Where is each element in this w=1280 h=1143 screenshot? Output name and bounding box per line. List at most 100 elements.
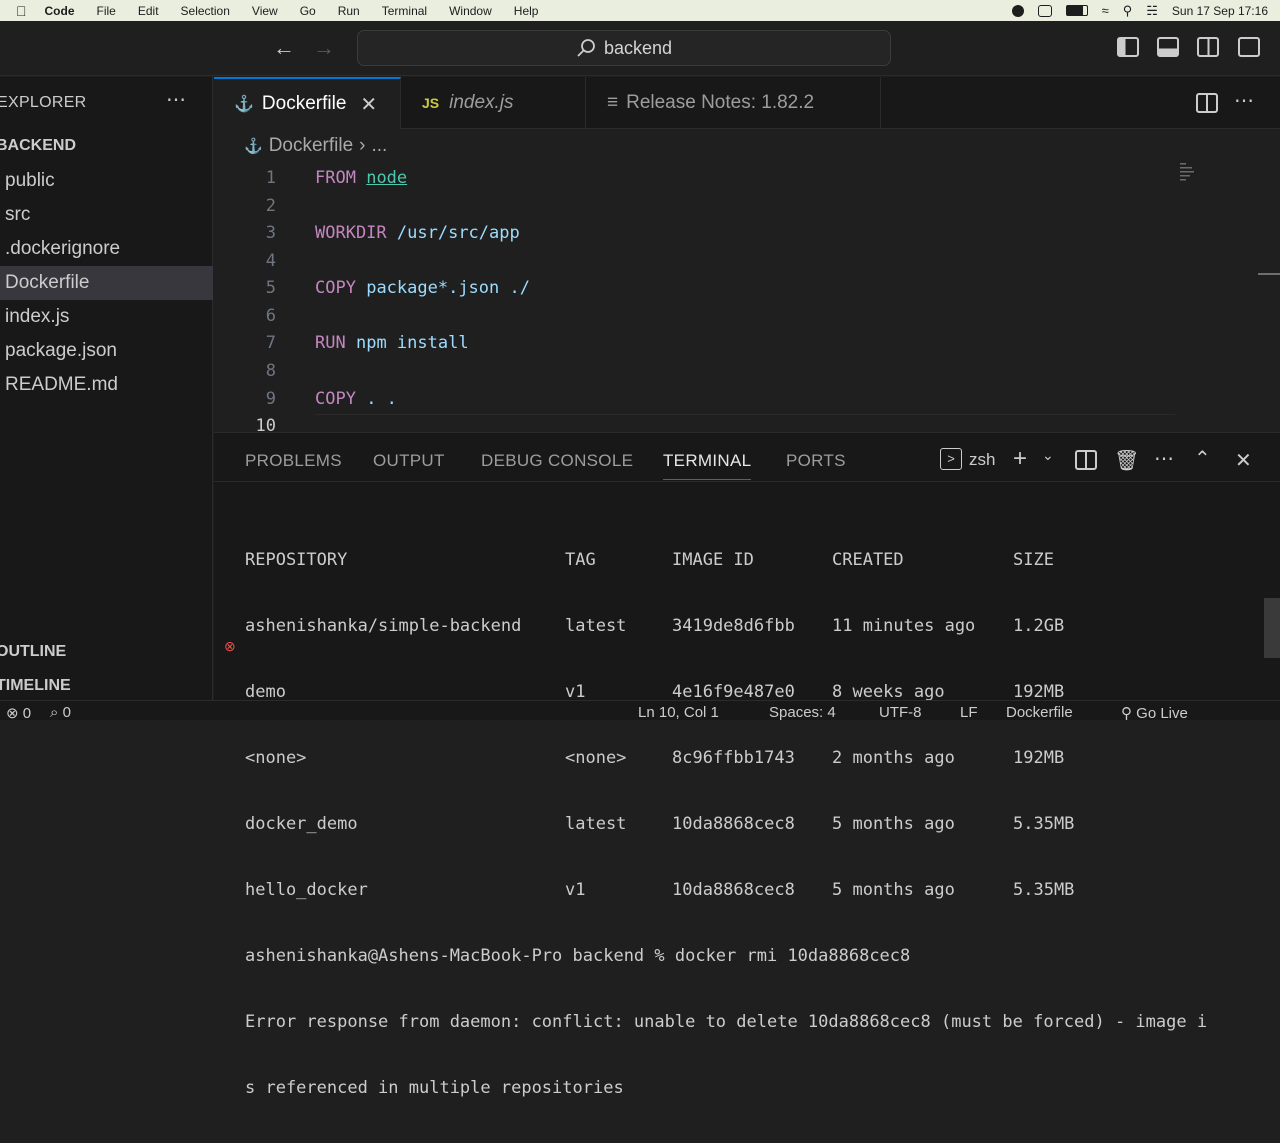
end-of-line[interactable]: LF — [960, 704, 978, 721]
apple-menu-icon[interactable]:  — [16, 3, 27, 19]
language-mode[interactable]: Dockerfile — [1006, 704, 1073, 721]
menubar-status-area: ≈ ⚲ ☵ Sun 17 Sep 17:16 — [1011, 0, 1268, 21]
menu-help[interactable]: Help — [514, 4, 539, 18]
forward-arrow-icon[interactable]: → — [313, 35, 335, 61]
tab-dockerfile[interactable]: ⚓ Dockerfile ✕ — [214, 77, 401, 129]
screen-icon[interactable] — [1037, 4, 1052, 17]
toggle-panel-icon[interactable] — [1157, 37, 1179, 57]
tree-item-dockerfile[interactable]: Dockerfile — [0, 266, 213, 300]
argument: package*.json ./ — [366, 278, 530, 298]
toggle-primary-sidebar-icon[interactable] — [1117, 37, 1139, 57]
wifi-icon[interactable]: ≈ — [1102, 3, 1109, 18]
line-number: 5 — [265, 278, 276, 298]
cell: v1 — [565, 880, 586, 900]
command-center-label: backend — [603, 37, 673, 58]
encoding[interactable]: UTF-8 — [879, 704, 922, 721]
tab-debug-console[interactable]: DEBUG CONSOLE — [481, 451, 633, 471]
cell: 10da8868cec8 — [672, 814, 795, 834]
tab-label: Release Notes: 1.82.2 — [626, 92, 815, 113]
macos-menubar:  Code File Edit Selection View Go Run T… — [0, 0, 1280, 21]
split-editor-icon[interactable] — [1196, 93, 1218, 113]
chevron-right-icon: › — [359, 135, 366, 156]
tree-item-package-json[interactable]: package.json — [0, 334, 213, 368]
tree-item-src[interactable]: src — [0, 198, 213, 232]
cell: 5 months ago — [832, 814, 955, 834]
menu-file[interactable]: File — [97, 4, 116, 18]
menu-terminal[interactable]: Terminal — [382, 4, 427, 18]
cell: <none> — [245, 748, 307, 768]
more-actions-icon[interactable]: ⋯ — [1154, 446, 1174, 471]
split-terminal-icon[interactable] — [1075, 450, 1097, 470]
scrollbar-marker[interactable] — [1258, 273, 1280, 275]
tab-problems[interactable]: PROBLEMS — [245, 451, 342, 471]
more-actions-icon[interactable]: ⋯ — [166, 87, 186, 112]
customize-layout-icon[interactable] — [1238, 37, 1260, 57]
tab-label: index.js — [449, 92, 514, 113]
menubar-clock[interactable]: Sun 17 Sep 17:16 — [1172, 4, 1268, 18]
status-bar: ⊗ 0 ⌕ 0 Ln 10, Col 1 Spaces: 4 UTF-8 LF … — [0, 700, 1280, 722]
command-error-icon[interactable]: ⊗ — [224, 638, 236, 655]
keyword: COPY — [315, 278, 356, 298]
terminal-shell-name[interactable]: zsh — [969, 450, 995, 470]
argument: node — [366, 168, 408, 188]
col-image-id: IMAGE ID — [672, 550, 754, 570]
menu-view[interactable]: View — [252, 4, 278, 18]
go-live-label: Go Live — [1136, 705, 1188, 722]
cursor-position[interactable]: Ln 10, Col 1 — [638, 704, 719, 721]
battery-icon[interactable] — [1065, 5, 1088, 16]
tree-item-index-js[interactable]: index.js — [0, 300, 213, 334]
app-menu[interactable]: Code — [45, 4, 75, 18]
go-live-button[interactable]: ⚲ Go Live — [1121, 704, 1188, 722]
terminal-icon: > — [940, 448, 962, 470]
explorer-title: EXPLORER — [0, 94, 87, 111]
tree-item-readme[interactable]: README.md — [0, 368, 213, 402]
chevron-down-icon[interactable]: ⌄ — [1042, 447, 1054, 464]
menu-selection[interactable]: Selection — [181, 4, 230, 18]
minimap[interactable] — [1180, 163, 1200, 185]
col-repository: REPOSITORY — [245, 550, 348, 570]
tab-ports[interactable]: PORTS — [786, 451, 846, 471]
tab-terminal[interactable]: TERMINAL — [663, 451, 752, 480]
timeline-section-header[interactable]: TIMELINE — [0, 677, 71, 695]
code-line: WORKDIR /usr/src/app — [315, 223, 520, 243]
maximize-panel-icon[interactable]: ⌃ — [1194, 446, 1211, 471]
tab-index-js[interactable]: JS index.js — [402, 77, 586, 129]
indentation[interactable]: Spaces: 4 — [769, 704, 836, 721]
cell: latest — [565, 814, 627, 834]
search-icon[interactable]: ⚲ — [1123, 3, 1133, 19]
menu-run[interactable]: Run — [338, 4, 360, 18]
terminal-scrollbar[interactable] — [1264, 598, 1280, 658]
code-line: COPY . . — [315, 389, 397, 409]
record-icon[interactable] — [1011, 4, 1024, 17]
tab-output[interactable]: OUTPUT — [373, 451, 445, 471]
trash-icon[interactable]: 🗑 — [1114, 448, 1139, 473]
ports-status[interactable]: ⌕ 0 — [50, 704, 71, 721]
new-terminal-icon[interactable]: + — [1013, 445, 1027, 473]
keyword: WORKDIR — [315, 223, 387, 243]
argument: npm install — [355, 333, 469, 353]
breadcrumb: ⚓ Dockerfile › ... — [244, 135, 387, 157]
tab-release-notes[interactable]: ≡ Release Notes: 1.82.2 — [587, 77, 881, 129]
command-center-search[interactable]: backend — [357, 30, 891, 66]
back-arrow-icon[interactable]: ← — [273, 35, 295, 61]
code-line: COPY package*.json ./ — [315, 278, 530, 298]
code-editor[interactable]: 1 2 3 4 5 6 7 8 9 10 FROM node WORKDIR /… — [214, 160, 1280, 436]
toggle-secondary-sidebar-icon[interactable] — [1197, 37, 1219, 57]
menu-window[interactable]: Window — [449, 4, 492, 18]
more-actions-icon[interactable]: ⋯ — [1234, 88, 1254, 113]
breadcrumb-file[interactable]: Dockerfile — [269, 135, 353, 157]
terminal-output[interactable]: REPOSITORY TAG IMAGE ID CREATED SIZE ash… — [245, 505, 1207, 1143]
menu-go[interactable]: Go — [300, 4, 316, 18]
breadcrumb-more[interactable]: ... — [372, 135, 388, 157]
problems-status[interactable]: ⊗ 0 — [6, 704, 31, 722]
menu-edit[interactable]: Edit — [138, 4, 159, 18]
outline-section-header[interactable]: OUTLINE — [0, 643, 66, 661]
tree-item-public[interactable]: public — [0, 164, 213, 198]
line-number: 2 — [265, 196, 276, 216]
close-icon[interactable]: ✕ — [360, 92, 377, 117]
control-center-icon[interactable]: ☵ — [1146, 3, 1158, 19]
tree-item-dockerignore[interactable]: .dockerignore — [0, 232, 213, 266]
line-number: 7 — [265, 333, 276, 353]
close-panel-icon[interactable]: ✕ — [1235, 448, 1252, 473]
project-folder-header[interactable]: BACKEND — [0, 137, 76, 155]
